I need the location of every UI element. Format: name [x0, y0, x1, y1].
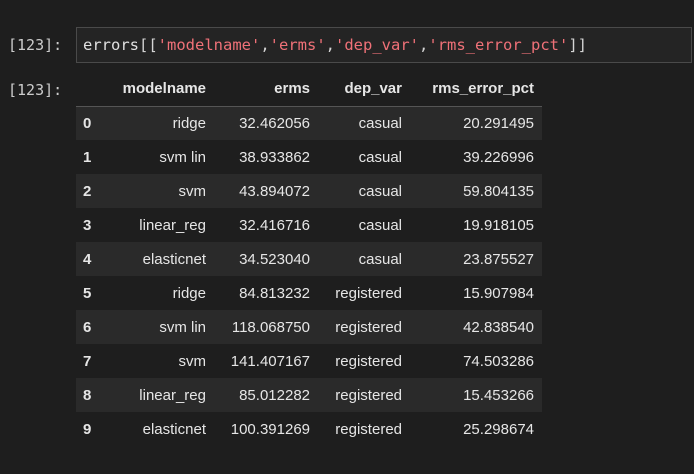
cell-erms: 38.933862 [239, 148, 310, 166]
cell-dep-var: casual [358, 148, 402, 166]
cell-rms-error-pct: 15.907984 [463, 284, 534, 302]
code-col-erms: 'erms' [269, 36, 326, 54]
table-row: 9 elasticnet 100.391269 registered 25.298674 [76, 412, 542, 446]
row-index: 5 [83, 284, 92, 302]
cell-modelname: elasticnet [142, 250, 206, 268]
cell-erms: 84.813232 [239, 284, 310, 302]
cell-rms-error-pct: 42.838540 [463, 318, 534, 336]
cell-modelname: elasticnet [142, 420, 206, 438]
cell-rms-error-pct: 39.226996 [463, 148, 534, 166]
cell-erms: 32.416716 [239, 216, 310, 234]
row-index: 6 [83, 318, 92, 336]
cell-dep-var: registered [335, 284, 402, 302]
cell-modelname: linear_reg [139, 216, 206, 234]
row-index: 2 [83, 182, 92, 200]
cell-dep-var: casual [358, 182, 402, 200]
table-row: 3 linear_reg 32.416716 casual 19.918105 [76, 208, 542, 242]
column-header-dep-var: dep_var [310, 72, 402, 107]
code-open-brackets: [[ [139, 36, 158, 54]
column-header-rms-error-pct: rms_error_pct [402, 72, 542, 107]
cell-erms: 118.068750 [231, 318, 310, 336]
output-prompt: [123]: [8, 81, 63, 99]
cell-dep-var: casual [358, 250, 402, 268]
cell-modelname: linear_reg [139, 386, 206, 404]
row-index: 0 [83, 114, 92, 132]
row-index: 4 [83, 250, 92, 268]
row-index: 7 [83, 352, 92, 370]
column-header-erms: erms [206, 72, 310, 107]
cell-modelname: svm lin [159, 148, 206, 166]
table-row: 6 svm lin 118.068750 registered 42.838540 [76, 310, 542, 344]
cell-erms: 85.012282 [239, 386, 310, 404]
table-row: 5 ridge 84.813232 registered 15.907984 [76, 276, 542, 310]
cell-modelname: svm lin [159, 318, 206, 336]
cell-modelname: ridge [172, 114, 206, 132]
code-col-rms-error-pct: 'rms_error_pct' [428, 36, 569, 54]
cell-rms-error-pct: 15.453266 [463, 386, 534, 404]
cell-rms-error-pct: 59.804135 [463, 182, 534, 200]
table-row: 1 svm lin 38.933862 casual 39.226996 [76, 140, 542, 174]
cell-dep-var: registered [335, 386, 402, 404]
table-row: 2 svm 43.894072 casual 59.804135 [76, 174, 542, 208]
index-header [76, 72, 120, 107]
row-index: 9 [83, 420, 92, 438]
row-index: 8 [83, 386, 92, 404]
table-header-row: modelname erms dep_var rms_error_pct [76, 72, 542, 107]
cell-modelname: svm [178, 182, 207, 200]
table-row: 0 ridge 32.462056 casual 20.291495 [76, 106, 542, 140]
row-index: 1 [83, 148, 92, 166]
cell-rms-error-pct: 25.298674 [463, 420, 534, 438]
cell-erms: 141.407167 [230, 352, 310, 370]
cell-dep-var: casual [358, 216, 402, 234]
cell-dep-var: registered [335, 318, 402, 336]
code-cell-input[interactable]: errors[['modelname','erms','dep_var','rm… [76, 27, 692, 63]
code-close-brackets: ]] [568, 36, 588, 54]
cell-modelname: ridge [172, 284, 206, 302]
table-row: 4 elasticnet 34.523040 casual 23.875527 [76, 242, 542, 276]
code-comma: , [260, 36, 270, 54]
dataframe-output: modelname erms dep_var rms_error_pct 0 ri… [76, 72, 542, 446]
code-col-modelname: 'modelname' [157, 36, 261, 54]
code-comma: , [419, 36, 429, 54]
cell-rms-error-pct: 19.918105 [463, 216, 534, 234]
column-header-modelname: modelname [120, 72, 206, 107]
cell-modelname: svm [178, 352, 207, 370]
code-comma: , [325, 36, 336, 54]
cell-rms-error-pct: 20.291495 [463, 114, 534, 132]
cell-erms: 34.523040 [239, 250, 310, 268]
code-variable: errors [83, 36, 139, 54]
cell-erms: 32.462056 [239, 114, 310, 132]
cell-dep-var: registered [335, 352, 402, 370]
cell-rms-error-pct: 23.875527 [463, 250, 534, 268]
table-row: 7 svm 141.407167 registered 74.503286 [76, 344, 542, 378]
cell-erms: 100.391269 [230, 420, 310, 438]
table-row: 8 linear_reg 85.012282 registered 15.453266 [76, 378, 542, 412]
cell-erms: 43.894072 [239, 182, 310, 200]
code-col-dep-var: 'dep_var' [335, 36, 420, 54]
cell-rms-error-pct: 74.503286 [463, 352, 534, 370]
row-index: 3 [83, 216, 92, 234]
input-prompt: [123]: [8, 36, 63, 54]
cell-dep-var: registered [335, 420, 402, 438]
cell-dep-var: casual [358, 114, 402, 132]
